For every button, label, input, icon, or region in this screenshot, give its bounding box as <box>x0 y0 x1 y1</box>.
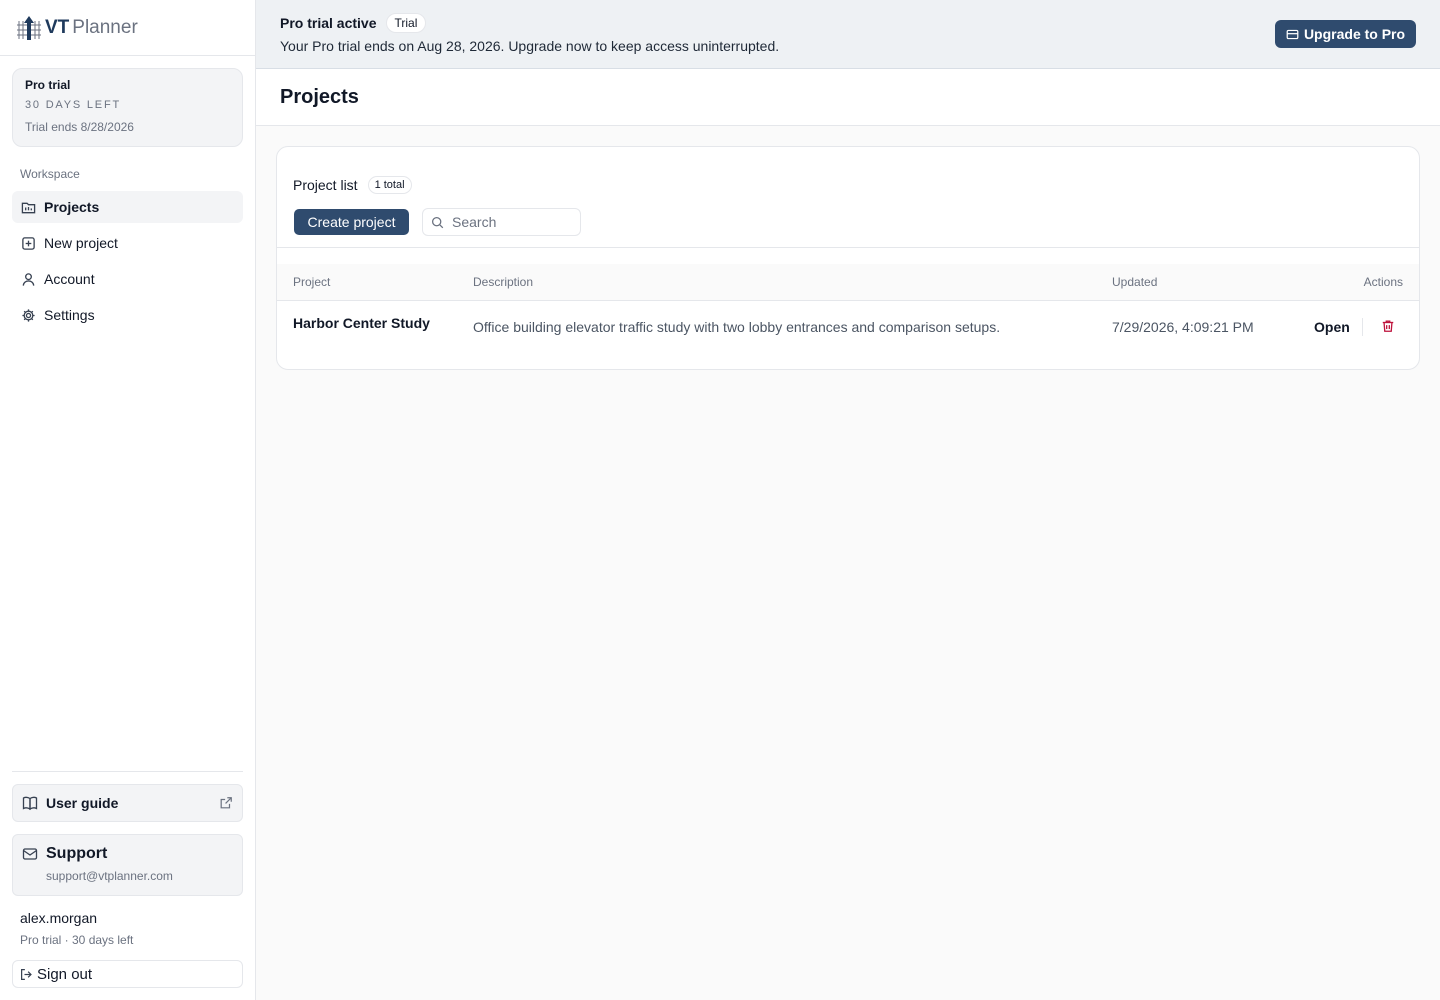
projects-icon <box>20 199 36 215</box>
open-project-button[interactable]: Open <box>1314 319 1350 335</box>
sidebar-divider <box>12 771 243 772</box>
delete-project-button[interactable] <box>1381 319 1395 333</box>
trial-title: Pro trial <box>25 78 71 92</box>
trial-badge: Trial <box>385 13 427 33</box>
project-count-badge: 1 total <box>367 176 412 194</box>
mail-icon <box>22 846 38 862</box>
column-header-project[interactable]: Project <box>293 275 330 289</box>
sign-out-label: Sign out <box>37 965 93 983</box>
brand-name-bold: VT <box>45 16 70 38</box>
upgrade-button[interactable]: Upgrade to Pro <box>1275 20 1416 48</box>
app-logo[interactable]: VT Planner <box>0 0 255 56</box>
workspace-section-label: Workspace <box>20 167 80 181</box>
plus-square-icon <box>20 235 36 251</box>
project-list-title: Project list <box>293 177 358 193</box>
user-name: alex.morgan <box>20 910 98 926</box>
book-icon <box>22 795 38 811</box>
brand-name-light: Planner <box>72 16 138 38</box>
sidebar: VT Planner Pro trial 30 DAYS LEFT Trial … <box>0 0 256 1000</box>
sidebar-nav: Projects New project Account Settings <box>12 191 243 335</box>
sidebar-item-label: Account <box>44 271 95 287</box>
sidebar-item-new-project[interactable]: New project <box>12 227 243 259</box>
external-link-icon <box>219 796 233 810</box>
sidebar-item-label: Projects <box>44 199 100 215</box>
column-header-updated[interactable]: Updated <box>1112 275 1157 289</box>
search-box <box>422 208 581 236</box>
user-guide-link[interactable]: User guide <box>12 784 243 822</box>
support-card[interactable]: Support support@vtplanner.com <box>12 834 243 896</box>
user-plan: Pro trial · 30 days left <box>20 933 134 947</box>
page-header: Projects <box>256 69 1440 126</box>
support-title: Support <box>46 845 108 862</box>
project-name[interactable]: Harbor Center Study <box>293 315 430 331</box>
user-guide-label: User guide <box>46 795 119 811</box>
table-row[interactable]: Harbor Center Study Office building elev… <box>277 301 1419 354</box>
upgrade-label: Upgrade to Pro <box>1303 26 1406 42</box>
support-email[interactable]: support@vtplanner.com <box>46 869 233 883</box>
action-separator <box>1362 318 1363 336</box>
banner-title: Pro trial active <box>280 15 377 31</box>
project-updated: 7/29/2026, 4:09:21 PM <box>1112 319 1254 335</box>
banner-message: Your Pro trial ends on Aug 28, 2026. Upg… <box>280 38 780 54</box>
trial-banner: Pro trial active Trial Your Pro trial en… <box>256 0 1440 69</box>
sidebar-item-settings[interactable]: Settings <box>12 299 243 331</box>
project-list-card: Project list 1 total Create project Proj… <box>276 146 1420 370</box>
column-header-description[interactable]: Description <box>473 275 533 289</box>
trash-icon <box>1381 319 1395 333</box>
search-icon <box>431 216 444 229</box>
user-icon <box>20 271 36 287</box>
trial-days-left: 30 DAYS LEFT <box>25 99 121 111</box>
column-header-actions: Actions <box>1363 275 1403 289</box>
project-description: Office building elevator traffic study w… <box>473 319 1001 335</box>
vt-planner-logo-icon <box>17 15 41 40</box>
search-input[interactable] <box>452 214 572 230</box>
sign-out-icon <box>20 968 33 981</box>
page-title: Projects <box>280 86 359 108</box>
sidebar-item-projects[interactable]: Projects <box>12 191 243 223</box>
sign-out-button[interactable]: Sign out <box>12 960 243 988</box>
table-header: Project Description Updated Actions <box>277 264 1419 301</box>
create-project-button[interactable]: Create project <box>294 209 409 235</box>
sidebar-item-label: Settings <box>44 307 95 323</box>
card-divider <box>277 247 1419 248</box>
trial-status-card: Pro trial 30 DAYS LEFT Trial ends 8/28/2… <box>12 68 243 147</box>
gear-icon <box>20 307 36 323</box>
trial-end-date: Trial ends 8/28/2026 <box>25 120 134 134</box>
sidebar-item-label: New project <box>44 235 118 251</box>
credit-card-icon <box>1286 28 1299 41</box>
sidebar-item-account[interactable]: Account <box>12 263 243 295</box>
